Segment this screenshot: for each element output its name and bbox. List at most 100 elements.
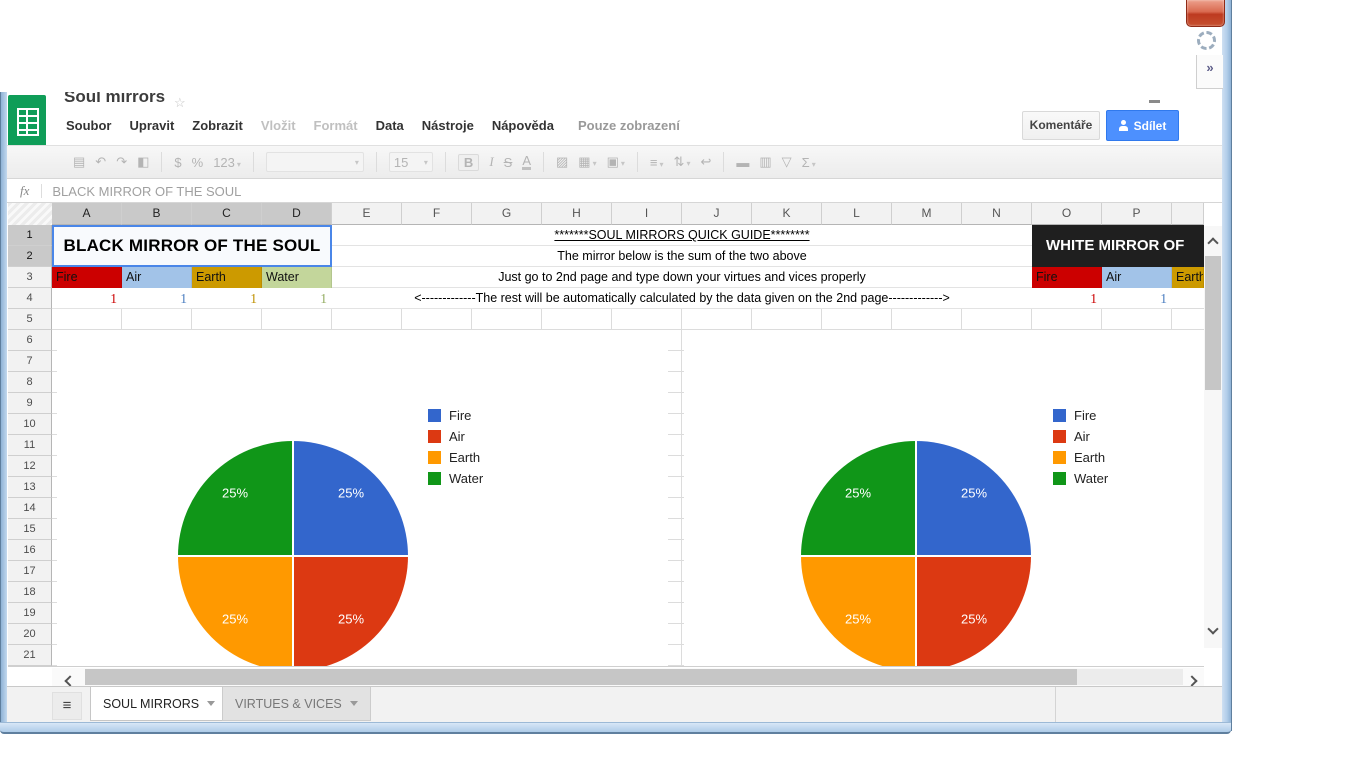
cell-air-value[interactable]: 1 [122, 288, 192, 309]
cell-guide-line-3[interactable]: Just go to 2nd page and type down your v… [332, 267, 1032, 288]
column-header-N[interactable]: N [962, 203, 1032, 225]
horizontal-align-icon[interactable]: ≡▾ [650, 155, 664, 170]
column-header-M[interactable]: M [892, 203, 962, 225]
font-size-select[interactable]: 15▾ [389, 152, 433, 172]
currency-format-icon[interactable]: $ [174, 155, 181, 170]
column-header-F[interactable]: F [402, 203, 472, 225]
number-format-icon[interactable]: 123▾ [213, 155, 241, 170]
column-header-D[interactable]: D [262, 203, 332, 225]
horizontal-scrollbar[interactable] [52, 668, 1204, 686]
row-header-2[interactable]: 2 [8, 246, 52, 267]
cell-fire-right-value[interactable]: 1 [1032, 288, 1102, 309]
overflow-chevron[interactable]: » [1196, 55, 1223, 89]
column-header-E[interactable]: E [332, 203, 402, 225]
column-header-A[interactable]: A [52, 203, 122, 225]
formula-bar[interactable]: fx BLACK MIRROR OF THE SOUL [6, 180, 1222, 203]
column-header-partial[interactable] [1172, 203, 1204, 225]
doc-title[interactable]: Soul mirrors [64, 92, 214, 109]
tab-dropdown-icon[interactable] [350, 701, 358, 706]
merge-cells-icon[interactable]: ▣▾ [607, 154, 625, 170]
vertical-align-icon[interactable]: ⇅▾ [674, 154, 691, 170]
tab-soul-mirrors[interactable]: SOUL MIRRORS [90, 687, 228, 721]
row-header-20[interactable]: 20 [8, 624, 52, 645]
paint-format-icon[interactable]: ◧ [137, 154, 149, 170]
comments-button[interactable]: Komentáře [1022, 111, 1100, 140]
row-header-18[interactable]: 18 [8, 582, 52, 603]
column-header-P[interactable]: P [1102, 203, 1172, 225]
column-header-K[interactable]: K [752, 203, 822, 225]
cell-white-mirror-title[interactable]: WHITE MIRROR OF [1032, 225, 1204, 267]
cell-air-right-value[interactable]: 1 [1102, 288, 1172, 309]
column-header-H[interactable]: H [542, 203, 612, 225]
sheets-logo-icon[interactable] [8, 95, 46, 148]
row-header-4[interactable]: 4 [8, 288, 52, 309]
tab-dropdown-icon[interactable] [207, 701, 215, 706]
text-wrap-icon[interactable]: ↩ [700, 154, 711, 170]
percent-format-icon[interactable]: % [192, 155, 204, 170]
scroll-down-icon[interactable] [1209, 620, 1217, 638]
row-header-14[interactable]: 14 [8, 498, 52, 519]
cell-earth[interactable]: Earth [192, 267, 262, 288]
row-header-13[interactable]: 13 [8, 477, 52, 498]
print-icon[interactable]: ▤ [73, 154, 85, 170]
menu-soubor[interactable]: Soubor [66, 118, 112, 138]
borders-icon[interactable]: ▦▾ [578, 154, 596, 170]
window-close-button[interactable] [1186, 0, 1225, 27]
cell-guide-line-1[interactable]: *******SOUL MIRRORS QUICK GUIDE******** [332, 225, 1032, 246]
row-header-12[interactable]: 12 [8, 456, 52, 477]
row-header-15[interactable]: 15 [8, 519, 52, 540]
menu-zobrazit[interactable]: Zobrazit [192, 118, 243, 138]
column-header-G[interactable]: G [472, 203, 542, 225]
insert-chart-icon[interactable]: ▥ [759, 154, 771, 170]
redo-icon[interactable]: ↷ [116, 154, 127, 170]
column-header-L[interactable]: L [822, 203, 892, 225]
cell-fire-right[interactable]: Fire [1032, 267, 1102, 288]
spreadsheet-grid[interactable]: ABCDEFGHIJKLMNOP 12345678910111213141516… [8, 203, 1204, 667]
menu-data[interactable]: Data [376, 118, 404, 138]
font-family-select[interactable]: ▾ [266, 152, 364, 172]
row-header-19[interactable]: 19 [8, 603, 52, 624]
row-header-8[interactable]: 8 [8, 372, 52, 393]
cell-guide-line-2[interactable]: The mirror below is the sum of the two a… [332, 246, 1032, 267]
row-header-11[interactable]: 11 [8, 435, 52, 456]
row-header-6[interactable]: 6 [8, 330, 52, 351]
fill-color-icon[interactable]: ▨ [556, 154, 568, 170]
strikethrough-button[interactable]: S [504, 155, 513, 170]
column-header-J[interactable]: J [682, 203, 752, 225]
menu-napoveda[interactable]: Nápověda [492, 118, 554, 138]
column-header-C[interactable]: C [192, 203, 262, 225]
row-header-1[interactable]: 1 [8, 225, 52, 246]
text-color-button[interactable]: A [522, 155, 531, 170]
row-header-5[interactable]: 5 [8, 309, 52, 330]
row-header-9[interactable]: 9 [8, 393, 52, 414]
cell-air-right[interactable]: Air [1102, 267, 1172, 288]
select-all-corner[interactable] [8, 203, 53, 226]
cell-fire-value[interactable]: 1 [52, 288, 122, 309]
gear-icon[interactable] [1197, 31, 1216, 50]
cell-earth-value[interactable]: 1 [192, 288, 262, 309]
cell-earth-right-partial[interactable]: Earth [1172, 267, 1204, 288]
star-icon[interactable]: ☆ [174, 95, 186, 111]
pie-chart-black-mirror[interactable]: Fire Air Earth Water 25% 25% 25% 25% [57, 330, 668, 666]
cell-guide-line-4[interactable]: <-------------The rest will be automatic… [332, 288, 1032, 309]
horizontal-scrollbar-thumb[interactable] [85, 669, 1077, 685]
vertical-scrollbar-thumb[interactable] [1205, 256, 1221, 390]
cell-fire[interactable]: Fire [52, 267, 122, 288]
menu-nastroje[interactable]: Nástroje [422, 118, 474, 138]
undo-icon[interactable]: ↶ [95, 154, 106, 170]
cell-water[interactable]: Water [262, 267, 332, 288]
tab-virtues-vices[interactable]: VIRTUES & VICES [222, 687, 371, 721]
italic-button[interactable]: I [489, 154, 493, 170]
row-header-7[interactable]: 7 [8, 351, 52, 372]
cell-water-value[interactable]: 1 [262, 288, 332, 309]
row-header-3[interactable]: 3 [8, 267, 52, 288]
menu-upravit[interactable]: Upravit [130, 118, 175, 138]
vertical-scrollbar[interactable] [1204, 226, 1222, 648]
cell-air[interactable]: Air [122, 267, 192, 288]
pie-chart-white-mirror[interactable]: Fire Air Earth Water 25% 25% 25% 25% [684, 330, 1204, 666]
functions-icon[interactable]: Σ▾ [802, 155, 816, 170]
bold-button[interactable]: B [458, 154, 479, 171]
column-header-O[interactable]: O [1032, 203, 1102, 225]
row-header-16[interactable]: 16 [8, 540, 52, 561]
row-header-21[interactable]: 21 [8, 645, 52, 666]
